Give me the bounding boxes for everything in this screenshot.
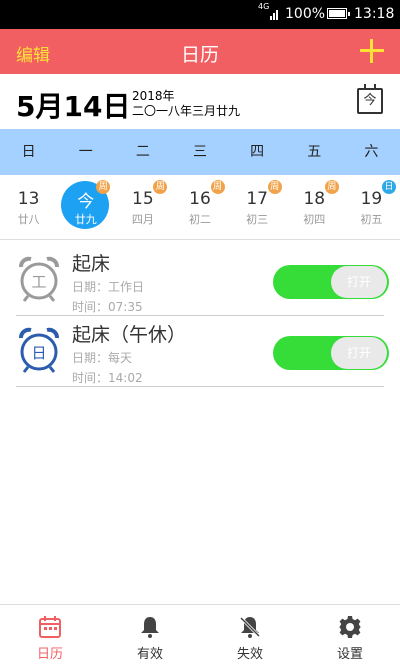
weekday-label: 六 [364, 144, 379, 160]
day-lunar: 初四 [303, 213, 326, 226]
day-lunar: 四月 [131, 213, 154, 226]
battery-icon [327, 8, 350, 19]
clock: 13:18 [354, 6, 395, 22]
weekday-badge: 周 [210, 180, 225, 194]
weekday-header: 日 一 二 三 四 五 六 [0, 129, 400, 175]
signal-icon [270, 10, 278, 20]
date-header: 5月14日 2018年 二〇一八年三月廿九 今 [0, 74, 400, 129]
day-cell[interactable]: 15 四月 周 [114, 175, 171, 239]
day-cell[interactable]: 13 廿八 [0, 175, 57, 239]
alarm-name: 起床（午休） [72, 324, 187, 346]
day-lunar: 廿九 [74, 213, 97, 226]
tab-active[interactable]: 有效 [100, 605, 200, 667]
alarm-type-label: 工 [31, 273, 46, 291]
status-bar: 4G 100% 13:18 [0, 0, 400, 29]
alarm-name: 起床 [72, 253, 111, 275]
weekday-label: 四 [250, 144, 265, 160]
weekday-label: 一 [78, 144, 93, 160]
day-lunar: 初五 [360, 213, 383, 226]
alarm-time: 时间：14:02 [72, 371, 143, 385]
app-bar: 编辑 日历 [0, 29, 400, 74]
day-cell[interactable]: 16 初二 周 [171, 175, 228, 239]
lunar-date: 二〇一八年三月廿九 [132, 104, 241, 118]
tab-label: 日历 [36, 647, 63, 662]
page-title: 日历 [180, 44, 219, 66]
day-number: 13 [17, 189, 40, 209]
day-cell[interactable]: 18 初四 周 [286, 175, 343, 239]
today-button[interactable]: 今 [357, 84, 383, 114]
tab-label: 失效 [236, 647, 263, 662]
day-cell-selected[interactable]: 今 廿九 周 [57, 175, 114, 239]
gear-icon [339, 616, 361, 638]
tab-settings[interactable]: 设置 [300, 605, 400, 667]
week-days-row: 13 廿八 今 廿九 周 15 四月 周 16 初二 周 17 初三 周 18 … [0, 175, 400, 240]
tab-calendar[interactable]: 日历 [0, 605, 100, 667]
alarm-type-label: 日 [31, 344, 46, 362]
network-type: 4G [258, 2, 270, 11]
alarm-item[interactable]: 日 起床（午休） 日期：每天 时间：14:02 打开 [0, 312, 400, 387]
weekday-label: 二 [135, 144, 150, 160]
alarm-toggle[interactable]: 打开 [273, 265, 389, 299]
divider [16, 386, 384, 387]
plus-icon[interactable] [360, 39, 384, 63]
weekday-label: 日 [21, 144, 36, 160]
calendar-icon [39, 616, 61, 638]
alarm-date: 日期：每天 [72, 351, 133, 365]
alarm-date: 日期：工作日 [72, 280, 145, 294]
alarm-toggle[interactable]: 打开 [273, 336, 389, 370]
bottom-tab-bar: 日历 有效 失效 设置 [0, 604, 400, 667]
day-cell[interactable]: 19 初五 日 [343, 175, 400, 239]
toggle-knob: 打开 [331, 337, 387, 369]
alarm-item[interactable]: 工 起床 日期：工作日 时间：07:35 打开 [0, 241, 400, 316]
battery-percent: 100% [285, 6, 326, 22]
day-lunar: 初三 [246, 213, 269, 226]
day-cell[interactable]: 17 初三 周 [229, 175, 286, 239]
weekday-badge: 周 [324, 180, 339, 194]
tab-label: 有效 [136, 647, 163, 662]
alarm-clock-icon: 日 [19, 327, 59, 373]
tab-inactive[interactable]: 失效 [200, 605, 300, 667]
weekend-badge: 日 [381, 180, 396, 194]
day-lunar: 廿八 [17, 213, 40, 226]
bell-off-icon [239, 616, 261, 638]
current-date: 5月14日 [16, 90, 131, 123]
weekday-badge: 周 [267, 180, 282, 194]
alarm-clock-icon: 工 [19, 256, 59, 302]
tab-label: 设置 [336, 647, 363, 662]
toggle-knob: 打开 [331, 266, 387, 298]
bell-icon [141, 617, 159, 638]
day-lunar: 初二 [188, 213, 211, 226]
weekday-label: 五 [307, 144, 322, 160]
weekday-label: 三 [192, 144, 207, 160]
